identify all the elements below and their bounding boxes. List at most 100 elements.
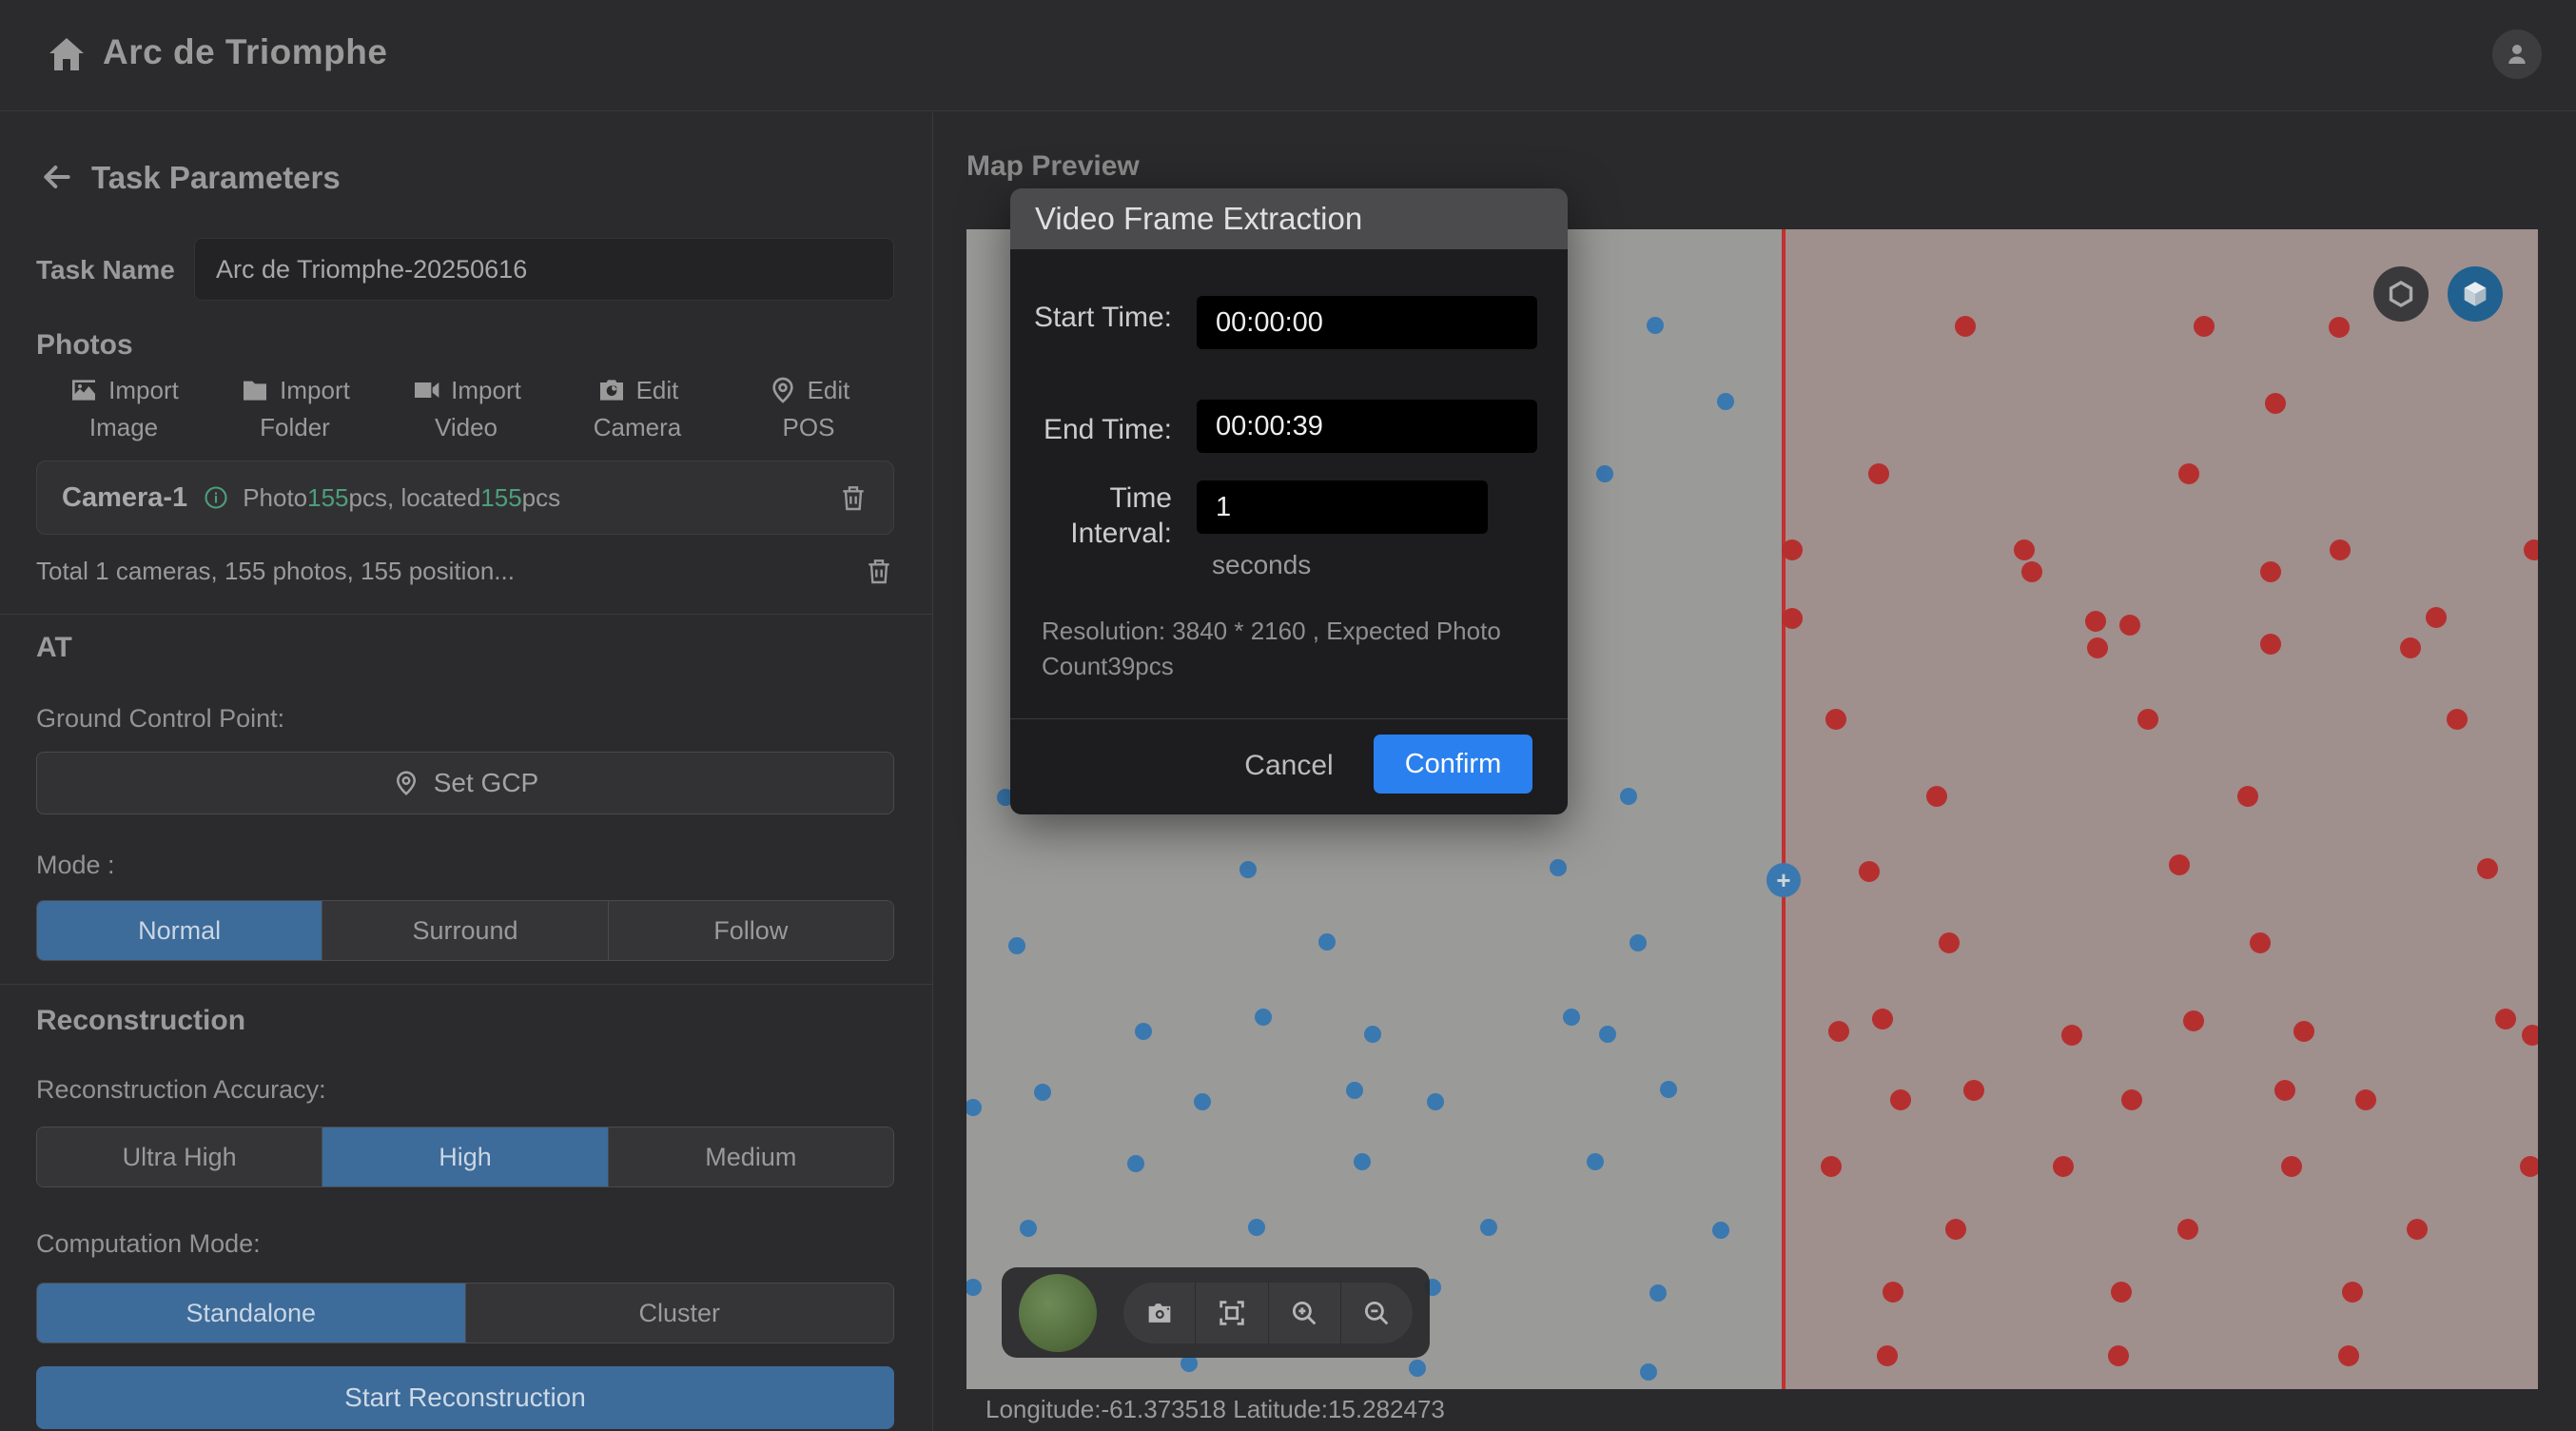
- photo-point-red: [1926, 786, 1947, 807]
- camera-unit-label: pcs: [522, 483, 560, 513]
- fit-view-button[interactable]: [1196, 1283, 1268, 1343]
- segment-option-cluster[interactable]: Cluster: [466, 1284, 894, 1343]
- computation-segmented-control: StandaloneCluster: [36, 1283, 894, 1343]
- zoom-in-button[interactable]: [1269, 1283, 1341, 1343]
- info-icon: [203, 484, 229, 511]
- photo-point-red: [2119, 615, 2140, 636]
- import-image-label1: Import: [108, 376, 179, 405]
- segment-option-normal[interactable]: Normal: [37, 901, 322, 960]
- photo-point-red: [2137, 709, 2158, 730]
- photo-point-red: [2400, 637, 2421, 658]
- camera-mid-label: pcs, located: [349, 483, 481, 513]
- time-interval-input[interactable]: [1197, 480, 1488, 534]
- page-title: Arc de Triomphe: [103, 32, 387, 72]
- start-reconstruction-button[interactable]: Start Reconstruction: [36, 1366, 894, 1429]
- end-time-label: End Time:: [1027, 412, 1172, 447]
- back-arrow-icon[interactable]: [38, 158, 76, 196]
- photo-point-red: [1890, 1089, 1911, 1110]
- mode-segmented-control: NormalSurroundFollow: [36, 900, 894, 961]
- confirm-button[interactable]: Confirm: [1374, 735, 1532, 794]
- start-time-input[interactable]: [1197, 296, 1537, 349]
- satellite-thumbnail[interactable]: [1019, 1274, 1097, 1352]
- photo-point-red: [2407, 1219, 2428, 1240]
- photo-point-blue: [1008, 937, 1025, 954]
- image-icon: [68, 375, 99, 405]
- hexagon-view-button[interactable]: [2373, 266, 2429, 322]
- photo-point-blue: [1135, 1023, 1152, 1040]
- photo-point-blue: [1409, 1360, 1426, 1377]
- photo-point-red: [2293, 1021, 2314, 1042]
- photo-point-blue: [1354, 1153, 1371, 1170]
- photo-point-red: [1821, 1156, 1842, 1177]
- photo-point-red: [2237, 786, 2258, 807]
- set-gcp-label: Set GCP: [434, 768, 538, 798]
- photo-point-red: [1859, 861, 1880, 882]
- edit-camera-label2: Camera: [594, 413, 681, 442]
- flight-path-line: [1782, 229, 1786, 1389]
- photo-point-red: [2260, 634, 2281, 655]
- delete-all-icon[interactable]: [864, 556, 894, 586]
- dialog-header[interactable]: Video Frame Extraction: [1010, 188, 1568, 249]
- photo-point-blue: [1563, 1009, 1580, 1026]
- photo-point-blue: [1318, 933, 1336, 951]
- edit-camera-label1: Edit: [636, 376, 679, 405]
- photo-point-blue: [1248, 1219, 1265, 1236]
- photo-point-blue: [1640, 1363, 1657, 1381]
- end-time-input[interactable]: [1197, 400, 1537, 453]
- task-name-input[interactable]: [194, 238, 894, 301]
- photo-point-blue: [1712, 1222, 1729, 1239]
- import-folder-button[interactable]: Import Folder: [209, 375, 381, 461]
- cube-3d-button[interactable]: [2448, 266, 2503, 322]
- photo-point-red: [2108, 1345, 2129, 1366]
- snapshot-camera-button[interactable]: [1123, 1283, 1196, 1343]
- photo-point-red: [2178, 463, 2199, 484]
- edit-camera-button[interactable]: Edit Camera: [552, 375, 723, 461]
- photo-point-blue: [1127, 1155, 1144, 1172]
- photo-point-red: [2061, 1025, 2082, 1046]
- cancel-button[interactable]: Cancel: [1237, 740, 1341, 792]
- edit-pos-label1: Edit: [808, 376, 850, 405]
- import-video-button[interactable]: Import Video: [381, 375, 552, 461]
- segment-option-high[interactable]: High: [322, 1127, 608, 1186]
- home-icon[interactable]: [44, 32, 89, 78]
- photo-point-red: [2121, 1089, 2142, 1110]
- import-image-label2: Image: [89, 413, 158, 442]
- map-tool-group: [1123, 1283, 1413, 1343]
- segment-option-ultra-high[interactable]: Ultra High: [37, 1127, 322, 1186]
- photo-point-red: [2355, 1089, 2376, 1110]
- photo-point-blue: [1034, 1084, 1051, 1101]
- photo-point-red: [1828, 1021, 1849, 1042]
- camera-photo-label: Photo: [243, 483, 307, 513]
- user-avatar[interactable]: [2492, 29, 2542, 79]
- photo-point-red: [2342, 1282, 2363, 1303]
- photo-point-red: [2447, 709, 2468, 730]
- start-time-label: Start Time:: [1027, 300, 1172, 335]
- photo-point-red: [2053, 1156, 2074, 1177]
- resolution-summary-text: Resolution: 3840 * 2160 , Expected Photo…: [1042, 614, 1563, 684]
- camera-located-count: 155: [480, 483, 521, 513]
- import-image-button[interactable]: Import Image: [38, 375, 209, 461]
- map-preview-heading: Map Preview: [966, 150, 1140, 183]
- photo-point-blue: [1599, 1026, 1616, 1043]
- edit-pos-button[interactable]: Edit POS: [723, 375, 894, 461]
- set-gcp-button[interactable]: Set GCP: [36, 752, 894, 814]
- zoom-out-button[interactable]: [1341, 1283, 1413, 1343]
- segment-option-follow[interactable]: Follow: [609, 901, 893, 960]
- path-plus-marker[interactable]: +: [1766, 863, 1801, 897]
- video-icon: [411, 375, 441, 405]
- import-folder-label2: Folder: [260, 413, 330, 442]
- delete-camera-icon[interactable]: [838, 482, 868, 513]
- segment-option-surround[interactable]: Surround: [322, 901, 608, 960]
- import-video-label1: Import: [451, 376, 521, 405]
- divider: [0, 614, 933, 615]
- photo-point-red: [2111, 1282, 2132, 1303]
- segment-option-standalone[interactable]: Standalone: [37, 1284, 466, 1343]
- photo-point-red: [2426, 607, 2447, 628]
- camera-list-item[interactable]: Camera-1 Photo 155 pcs, located 155 pcs: [36, 461, 894, 535]
- photo-point-blue: [1194, 1093, 1211, 1110]
- segment-option-medium[interactable]: Medium: [609, 1127, 893, 1186]
- camera-name: Camera-1: [62, 482, 187, 514]
- photo-point-blue: [1480, 1219, 1497, 1236]
- photo-point-red: [1872, 1009, 1893, 1029]
- import-video-label2: Video: [435, 413, 498, 442]
